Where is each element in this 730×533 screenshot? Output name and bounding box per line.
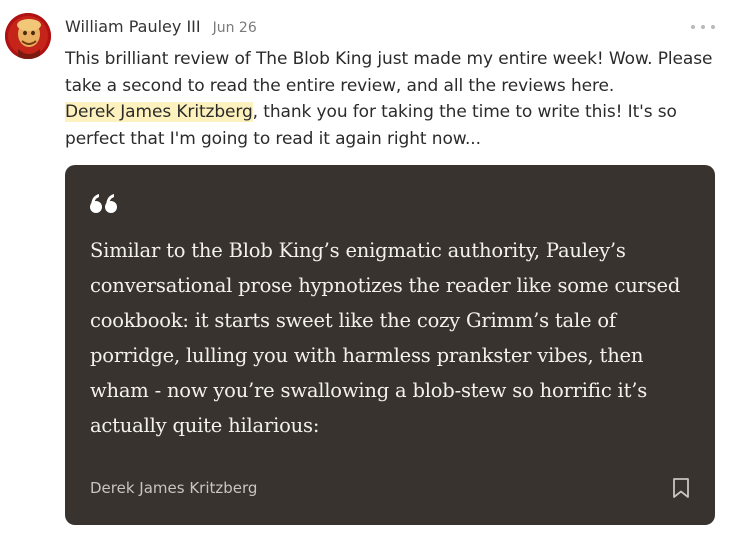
post-text-paragraph-2: Derek James Kritzberg, thank you for tak… xyxy=(65,99,715,152)
mention-link[interactable]: Derek James Kritzberg xyxy=(65,102,253,122)
post-body: This brilliant review of The Blob King j… xyxy=(65,46,715,152)
bookmark-icon[interactable] xyxy=(672,477,690,499)
avatar-image xyxy=(5,13,51,59)
quote-author[interactable]: Derek James Kritzberg xyxy=(90,479,257,497)
quotation-mark-icon xyxy=(88,183,120,223)
quote-text: Similar to the Blob King’s enigmatic aut… xyxy=(90,239,681,437)
avatar[interactable] xyxy=(5,13,51,59)
post-text-paragraph-1: This brilliant review of The Blob King j… xyxy=(65,49,713,96)
author-name[interactable]: William Pauley III xyxy=(65,17,201,36)
quote-card[interactable]: Similar to the Blob King’s enigmatic aut… xyxy=(65,165,715,525)
post-header: William Pauley III Jun 26 xyxy=(65,17,257,41)
post-date: Jun 26 xyxy=(212,20,257,36)
ellipsis-icon[interactable] xyxy=(691,18,715,36)
